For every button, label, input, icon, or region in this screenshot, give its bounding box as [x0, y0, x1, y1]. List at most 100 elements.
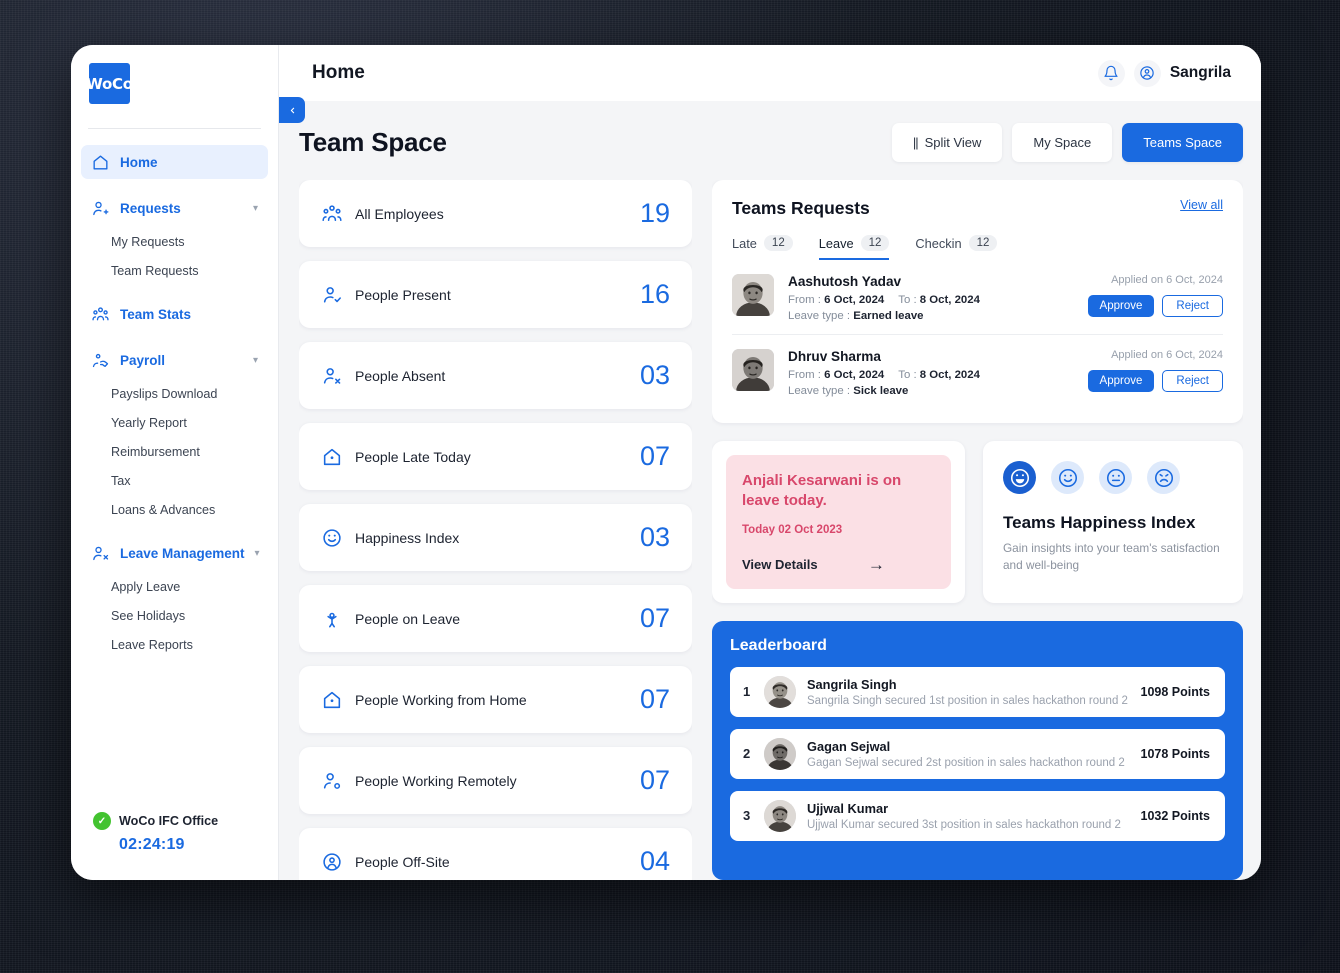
- stats-column[interactable]: All Employees 19 People Present 16 People Ab…: [299, 180, 692, 880]
- stat-card[interactable]: People Working from Home 07: [299, 666, 692, 733]
- stat-card[interactable]: People Late Today 07: [299, 423, 692, 490]
- to-date: 8 Oct, 2024: [919, 294, 980, 306]
- tab-leave[interactable]: Leave 12: [818, 235, 890, 260]
- to-label: To :: [898, 369, 917, 381]
- teams-space-label: Teams Space: [1143, 135, 1222, 150]
- neutral-face-icon[interactable]: [1099, 461, 1132, 494]
- my-space-button[interactable]: My Space: [1012, 123, 1113, 162]
- sidebar-subitem-reimbursement[interactable]: Reimbursement: [81, 437, 268, 466]
- sidebar-subitem-see-holidays[interactable]: See Holidays: [81, 601, 268, 630]
- view-details-link[interactable]: View Details →: [742, 555, 935, 575]
- laughing-face-icon[interactable]: [1003, 461, 1036, 494]
- split-view-button[interactable]: || Split View: [891, 123, 1003, 162]
- person-add-icon: [91, 199, 110, 218]
- leaderboard-info: Gagan Sejwal Gagan Sejwal secured 2st pos…: [807, 739, 1129, 769]
- stat-value: 07: [639, 684, 670, 714]
- leaderboard-person-name: Sangrila Singh: [807, 676, 897, 692]
- sad-face-icon[interactable]: [1147, 461, 1180, 494]
- sidebar-item-leave-management[interactable]: Leave Management ▾: [81, 536, 268, 570]
- chevron-down-icon[interactable]: ▾: [253, 355, 258, 366]
- chevron-down-icon[interactable]: ▾: [255, 548, 260, 559]
- to-date: 8 Oct, 2024: [919, 369, 980, 381]
- leaderboard-row[interactable]: 1 Sangrila Singh Sangrila Singh secured 1s…: [730, 666, 1225, 717]
- approve-button[interactable]: Approve: [1087, 370, 1155, 392]
- from-date: 6 Oct, 2024: [824, 294, 885, 306]
- sidebar-collapse-button[interactable]: [279, 97, 305, 123]
- stat-value: 07: [639, 603, 670, 633]
- smiling-face-icon[interactable]: [1051, 461, 1084, 494]
- chevron-down-icon[interactable]: ▾: [253, 203, 258, 214]
- stat-label: People Working from Home: [355, 691, 527, 708]
- office-timer: 02:24:19: [119, 836, 185, 853]
- person-badge-icon: [321, 851, 343, 873]
- stat-card[interactable]: People Off-Site 04: [299, 828, 692, 880]
- sidebar-subitem-payslips-download[interactable]: Payslips Download: [81, 379, 268, 408]
- stat-label: All Employees: [355, 205, 444, 222]
- request-leave-type: Leave type : Sick leave: [788, 385, 1078, 397]
- person-check-icon: [321, 284, 343, 306]
- right-column: Teams Requests View all Late 12 Leave 12 Che…: [712, 180, 1243, 880]
- dashboard-columns: All Employees 19 People Present 16 People Ab…: [299, 180, 1243, 880]
- stat-label: People Late Today: [355, 448, 471, 465]
- request-actions: Approve Reject: [1087, 370, 1223, 392]
- tab-checkin[interactable]: Checkin 12: [915, 235, 998, 260]
- smiley-icon: [321, 527, 343, 549]
- content: Team Space || Split View My Space Teams …: [279, 101, 1261, 880]
- sidebar-subitem-leave-reports[interactable]: Leave Reports: [81, 630, 268, 659]
- sidebar-subitem-my-requests[interactable]: My Requests: [81, 227, 268, 256]
- sidebar-subitem-apply-leave[interactable]: Apply Leave: [81, 572, 268, 601]
- home-dot-icon: [321, 446, 343, 468]
- sidebar-subitem-team-requests[interactable]: Team Requests: [81, 256, 268, 285]
- sidebar-group-home: Home: [81, 145, 268, 179]
- stat-card[interactable]: Happiness Index 03: [299, 504, 692, 571]
- main-area: Home Sangrila Team Space || Split View M…: [279, 45, 1261, 880]
- request-person-name: Aashutosh Yadav: [788, 274, 902, 289]
- sidebar-item-home[interactable]: Home: [81, 145, 268, 179]
- sidebar-subitem-tax[interactable]: Tax: [81, 466, 268, 495]
- sidebar-item-team-stats[interactable]: Team Stats: [81, 297, 268, 331]
- request-rows: Aashutosh Yadav From : 6 Oct, 2024 To : 8 …: [732, 260, 1223, 409]
- teams-space-button[interactable]: Teams Space: [1122, 123, 1243, 162]
- request-tabs: Late 12 Leave 12 Checkin 12: [732, 235, 1223, 260]
- from-label: From :: [788, 369, 821, 381]
- sidebar-item-requests[interactable]: Requests ▾: [81, 191, 268, 225]
- sidebar-group-leave-management: Leave Management ▾ Apply Leave See Holidays…: [81, 536, 268, 659]
- request-person-name: Dhruv Sharma: [788, 349, 881, 364]
- reject-button[interactable]: Reject: [1162, 370, 1223, 392]
- request-actions-area: Applied on 6 Oct, 2024 Approve Reject: [1078, 349, 1223, 392]
- stat-card[interactable]: All Employees 19: [299, 180, 692, 247]
- leaderboard-points: 1032 Points: [1140, 808, 1210, 823]
- sidebar-divider: [88, 128, 261, 129]
- sidebar-nav: Home Requests ▾ My Requests Team Requests Tea…: [71, 145, 278, 812]
- stat-card[interactable]: People on Leave 07: [299, 585, 692, 652]
- stat-card[interactable]: People Present 16: [299, 261, 692, 328]
- sidebar-item-payroll[interactable]: Payroll ▾: [81, 343, 268, 377]
- sidebar-subitem-yearly-report[interactable]: Yearly Report: [81, 408, 268, 437]
- avatar: [764, 737, 796, 770]
- sidebar-item-label: Team Stats: [120, 306, 192, 322]
- woco-logo: WoCo: [86, 63, 133, 104]
- stat-label: People Present: [355, 286, 451, 303]
- tab-count-badge: 12: [968, 235, 998, 251]
- stat-card[interactable]: People Absent 03: [299, 342, 692, 409]
- stat-value: 03: [639, 360, 670, 390]
- reject-button[interactable]: Reject: [1162, 295, 1223, 317]
- teams-requests-panel: Teams Requests View all Late 12 Leave 12 Che…: [712, 180, 1243, 423]
- user-circle-icon[interactable]: [1133, 59, 1161, 87]
- topbar-actions: Sangrila: [1097, 59, 1231, 87]
- approve-button[interactable]: Approve: [1087, 295, 1155, 317]
- topbar: Home Sangrila: [279, 45, 1261, 101]
- my-space-label: My Space: [1033, 135, 1092, 150]
- stat-card[interactable]: People Working Remotely 07: [299, 747, 692, 814]
- bell-icon[interactable]: [1097, 59, 1125, 87]
- stat-label: People Working Remotely: [355, 772, 517, 789]
- leaderboard-row[interactable]: 3 Ujjwal Kumar Ujjwal Kumar secured 3st po…: [730, 790, 1225, 841]
- leaderboard-row[interactable]: 2 Gagan Sejwal Gagan Sejwal secured 2st po…: [730, 728, 1225, 779]
- request-actions: Approve Reject: [1087, 295, 1223, 317]
- tab-late[interactable]: Late 12: [732, 235, 793, 260]
- tab-label: Late: [732, 235, 757, 251]
- tab-label: Leave: [818, 235, 854, 251]
- sidebar-subitem-loans-advances[interactable]: Loans & Advances: [81, 495, 268, 524]
- view-all-link[interactable]: View all: [1180, 198, 1223, 212]
- person-raised-hand-icon: [321, 608, 343, 630]
